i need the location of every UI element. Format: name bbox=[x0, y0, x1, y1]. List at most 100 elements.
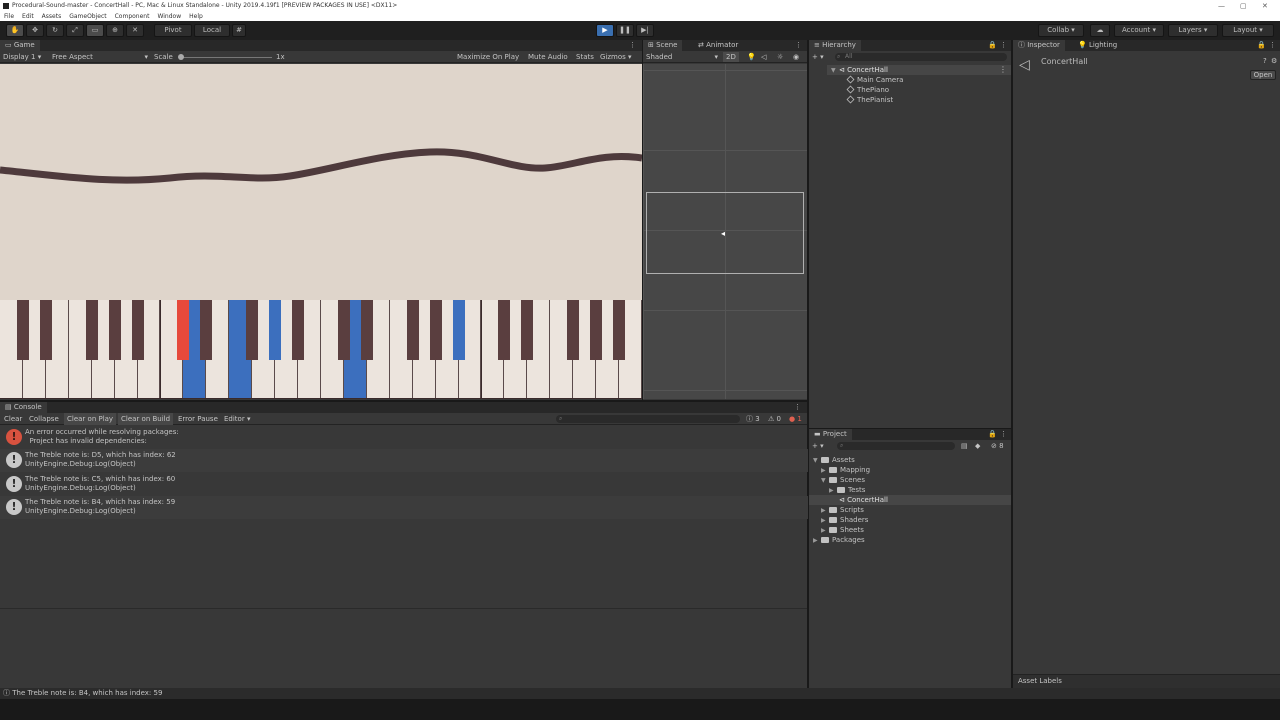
rotate-tool-icon[interactable]: ↻ bbox=[46, 24, 64, 37]
hierarchy-menu-icon[interactable]: ⋮ bbox=[1000, 40, 1007, 51]
custom-tool-icon[interactable]: ✕ bbox=[126, 24, 144, 37]
piano-black-key[interactable] bbox=[85, 300, 98, 360]
project-concerthall-scene[interactable]: ⊲ ConcertHall bbox=[837, 495, 888, 505]
clear-on-play-button[interactable]: Clear on Play bbox=[64, 413, 117, 425]
piano-black-key[interactable] bbox=[16, 300, 29, 360]
menu-help[interactable]: Help bbox=[189, 13, 203, 20]
tab-console[interactable]: ▤ Console bbox=[0, 402, 47, 413]
audio-toggle-icon[interactable]: ◁ bbox=[761, 51, 766, 63]
clear-button[interactable]: Clear bbox=[4, 413, 22, 425]
piano-black-key[interactable] bbox=[406, 300, 419, 360]
hierarchy-item-main-camera[interactable]: Main Camera bbox=[846, 75, 903, 85]
cloud-icon[interactable]: ☁ bbox=[1090, 24, 1110, 37]
warning-count-toggle[interactable]: ⚠ 0 bbox=[768, 413, 781, 425]
shading-dropdown[interactable]: Shaded ▾ bbox=[646, 51, 718, 63]
tab-lighting[interactable]: 💡 Lighting bbox=[1073, 40, 1122, 51]
menu-gameobject[interactable]: GameObject bbox=[69, 13, 106, 20]
piano-black-key[interactable] bbox=[131, 300, 144, 360]
scale-tool-icon[interactable]: ⤢ bbox=[66, 24, 84, 37]
piano-black-key[interactable] bbox=[177, 300, 190, 360]
step-button[interactable]: ▶| bbox=[636, 24, 654, 37]
scene-viewport[interactable]: ◂ bbox=[643, 64, 807, 399]
collab-dropdown[interactable]: Collab ▾ bbox=[1038, 24, 1084, 37]
mute-audio-toggle[interactable]: Mute Audio bbox=[528, 51, 568, 63]
help-icon[interactable]: ? bbox=[1263, 57, 1267, 65]
project-lock-icon[interactable]: 🔒 bbox=[988, 429, 997, 440]
maximize-icon[interactable]: ▢ bbox=[1240, 0, 1247, 12]
collapse-button[interactable]: Collapse bbox=[29, 413, 59, 425]
pivot-toggle[interactable]: Pivot bbox=[154, 24, 192, 37]
hierarchy-item-thepianist[interactable]: ThePianist bbox=[846, 95, 893, 105]
display-dropdown[interactable]: Display 1 ▾ bbox=[3, 51, 41, 63]
piano-black-key[interactable] bbox=[498, 300, 511, 360]
menu-file[interactable]: File bbox=[4, 13, 14, 20]
2d-toggle[interactable]: 2D bbox=[723, 52, 739, 62]
settings-icon[interactable]: ⚙ bbox=[1271, 57, 1277, 65]
console-entry[interactable]: ! The Treble note is: D5, which has inde… bbox=[0, 449, 808, 472]
piano-black-key[interactable] bbox=[269, 300, 282, 360]
create-dropdown[interactable]: + ▾ bbox=[812, 51, 824, 63]
close-icon[interactable]: ✕ bbox=[1262, 0, 1268, 12]
audio-source-gizmo-icon[interactable]: ◂ bbox=[721, 229, 725, 238]
menu-window[interactable]: Window bbox=[157, 13, 181, 20]
play-button[interactable]: ▶ bbox=[596, 24, 614, 37]
maximize-on-play-toggle[interactable]: Maximize On Play bbox=[457, 51, 519, 63]
hidden-toggle-icon[interactable]: ◉ bbox=[793, 51, 799, 63]
minimize-icon[interactable]: — bbox=[1218, 0, 1225, 12]
piano-black-key[interactable] bbox=[567, 300, 580, 360]
grid-snap-icon[interactable]: # bbox=[232, 24, 246, 37]
piano-black-key[interactable] bbox=[590, 300, 603, 360]
tab-project[interactable]: ▬ Project bbox=[809, 429, 852, 440]
piano-keyboard[interactable] bbox=[0, 300, 642, 399]
effects-toggle-icon[interactable]: ☼ bbox=[777, 51, 783, 63]
hierarchy-search-input[interactable]: ⌕ All bbox=[835, 53, 1007, 61]
menu-component[interactable]: Component bbox=[115, 13, 150, 20]
hierarchy-root-row[interactable]: ▼ ⊲ ConcertHall ⋮ bbox=[827, 65, 1011, 75]
piano-black-key[interactable] bbox=[246, 300, 259, 360]
layout-dropdown[interactable]: Layout ▾ bbox=[1222, 24, 1274, 37]
layers-dropdown[interactable]: Layers ▾ bbox=[1168, 24, 1218, 37]
editor-dropdown[interactable]: Editor ▾ bbox=[224, 413, 250, 425]
console-entry[interactable]: ! The Treble note is: C5, which has inde… bbox=[0, 473, 808, 496]
console-menu-icon[interactable]: ⋮ bbox=[794, 402, 801, 413]
project-search-input[interactable]: ⌕ bbox=[837, 442, 955, 450]
tab-scene[interactable]: ⊞ Scene bbox=[643, 40, 683, 51]
lock-icon[interactable]: 🔒 bbox=[988, 40, 997, 51]
piano-black-key[interactable] bbox=[429, 300, 442, 360]
piano-black-key[interactable] bbox=[452, 300, 465, 360]
piano-black-key[interactable] bbox=[337, 300, 350, 360]
console-detail-divider[interactable] bbox=[0, 608, 807, 609]
inspector-lock-icon[interactable]: 🔒 bbox=[1257, 40, 1266, 51]
inspector-menu-icon[interactable]: ⋮ bbox=[1269, 40, 1276, 51]
project-create-dropdown[interactable]: + ▾ bbox=[812, 440, 824, 452]
open-button[interactable]: Open bbox=[1250, 70, 1276, 80]
account-dropdown[interactable]: Account ▾ bbox=[1114, 24, 1164, 37]
game-viewport[interactable] bbox=[0, 64, 643, 300]
console-entry[interactable]: ! An error occurred while resolving pack… bbox=[0, 426, 808, 449]
piano-black-key[interactable] bbox=[292, 300, 305, 360]
clear-on-build-button[interactable]: Clear on Build bbox=[118, 413, 174, 425]
rect-tool-icon[interactable]: ▭ bbox=[86, 24, 104, 37]
status-bar[interactable]: ⓘ The Treble note is: B4, which has inde… bbox=[0, 688, 1280, 699]
lighting-toggle-icon[interactable]: 💡 bbox=[747, 51, 756, 63]
gizmos-dropdown[interactable]: Gizmos ▾ bbox=[600, 51, 632, 63]
tab-game[interactable]: ▭ Game bbox=[0, 40, 40, 51]
piano-black-key[interactable] bbox=[200, 300, 213, 360]
console-entry[interactable]: ! The Treble note is: B4, which has inde… bbox=[0, 496, 808, 519]
piano-black-key[interactable] bbox=[613, 300, 626, 360]
project-menu-icon[interactable]: ⋮ bbox=[1000, 429, 1007, 440]
piano-black-key[interactable] bbox=[521, 300, 534, 360]
scale-slider-handle[interactable] bbox=[178, 54, 184, 60]
hand-tool-icon[interactable]: ✋ bbox=[6, 24, 24, 37]
stats-toggle[interactable]: Stats bbox=[576, 51, 594, 63]
hierarchy-item-thepiano[interactable]: ThePiano bbox=[846, 85, 889, 95]
hidden-packages-toggle[interactable]: ⊘ 8 bbox=[991, 440, 1004, 452]
menu-edit[interactable]: Edit bbox=[22, 13, 34, 20]
local-toggle[interactable]: Local bbox=[194, 24, 230, 37]
tab-hierarchy[interactable]: ≡ Hierarchy bbox=[809, 40, 861, 51]
move-tool-icon[interactable]: ✥ bbox=[26, 24, 44, 37]
scene-root-menu-icon[interactable]: ⋮ bbox=[999, 65, 1007, 74]
menu-assets[interactable]: Assets bbox=[42, 13, 62, 20]
game-menu-icon[interactable]: ⋮ bbox=[629, 40, 636, 51]
scene-menu-icon[interactable]: ⋮ bbox=[795, 40, 802, 51]
